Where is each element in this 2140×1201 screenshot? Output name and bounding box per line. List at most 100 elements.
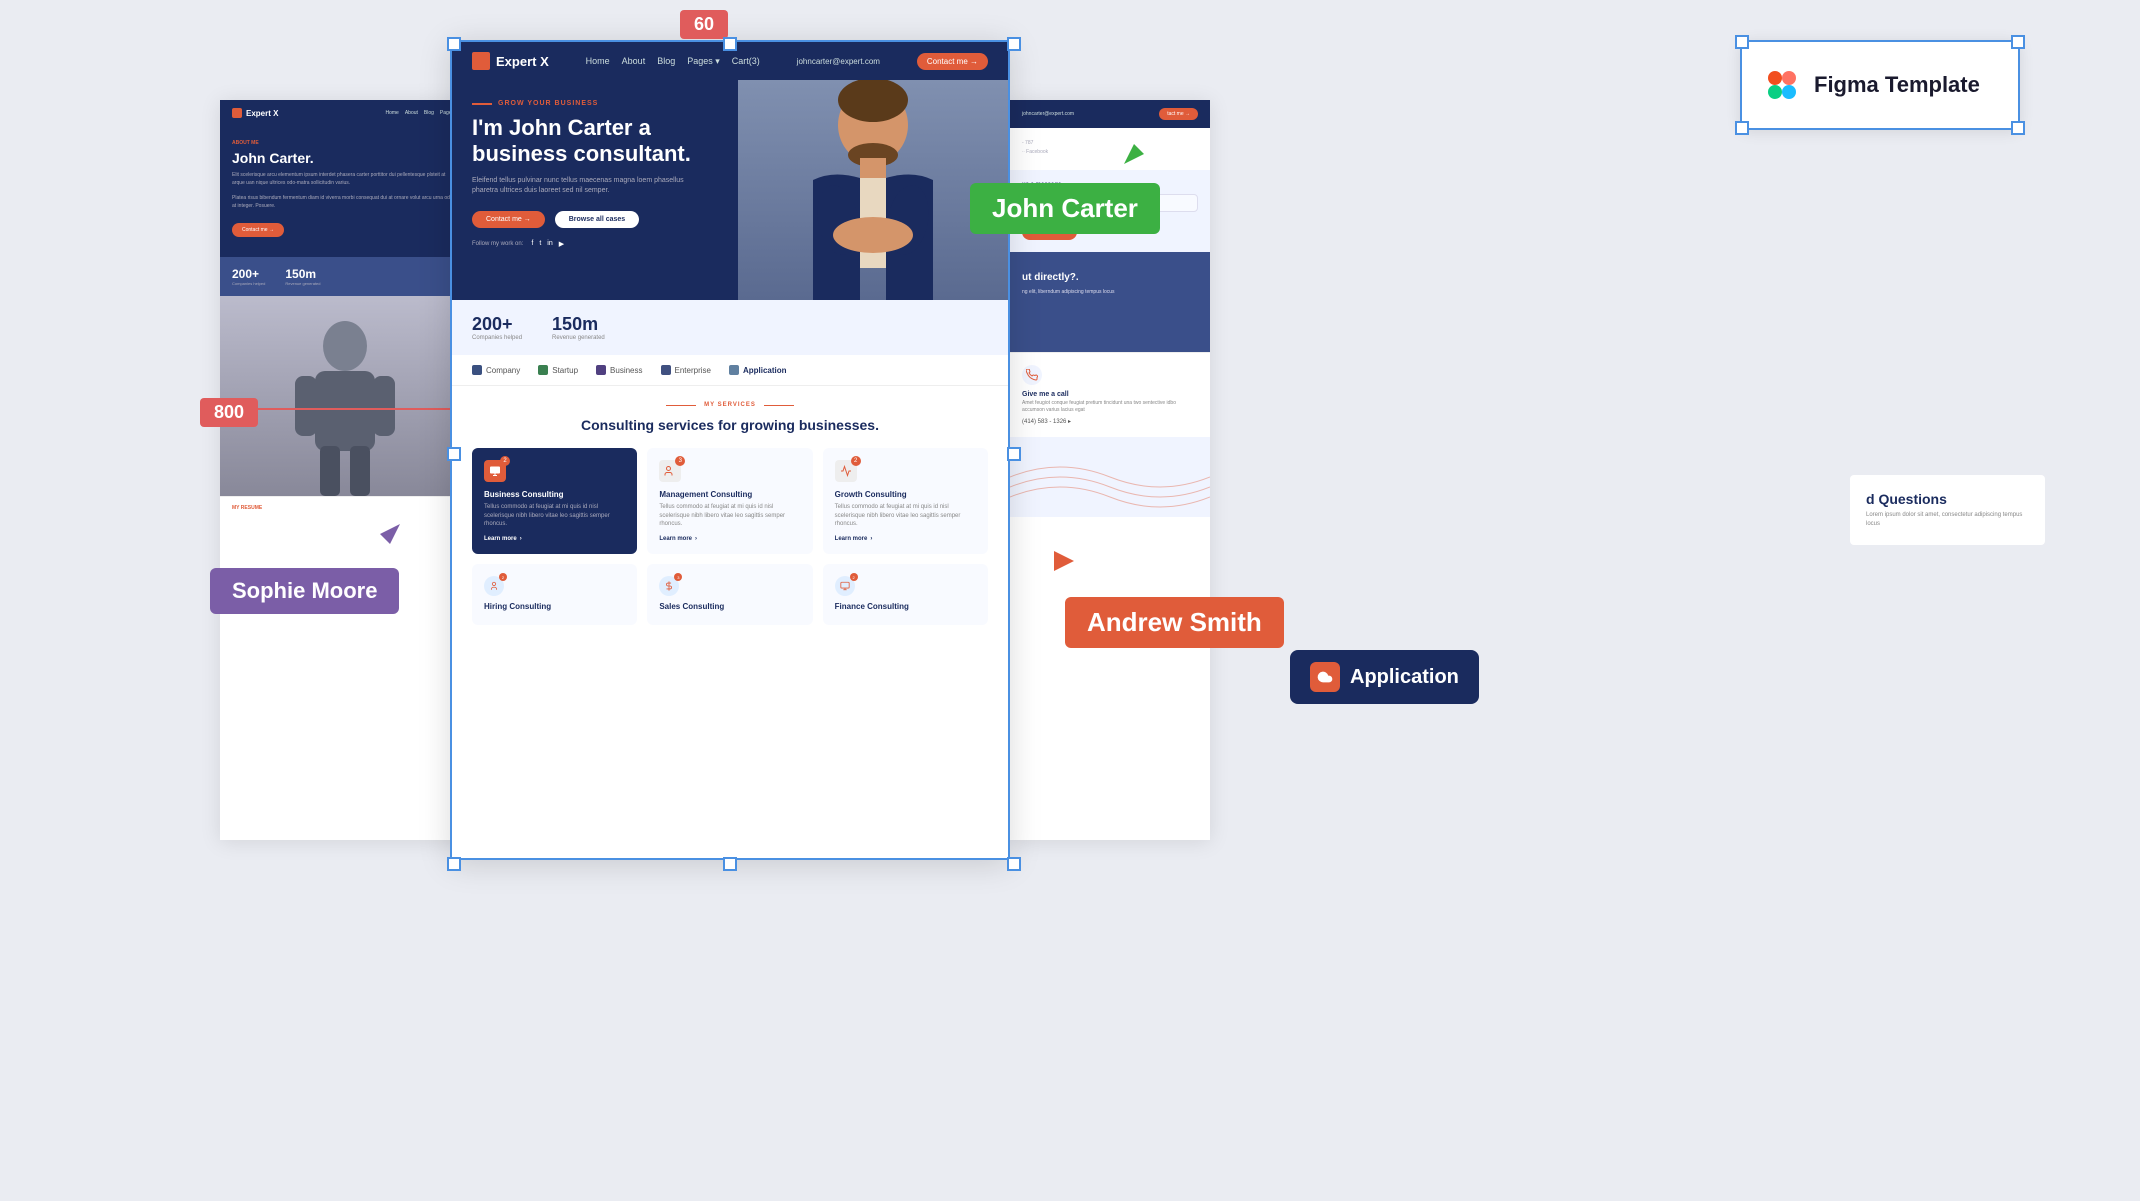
card-link-growth[interactable]: Learn more › [835, 536, 976, 542]
main-nav-cta[interactable]: Contact me → [917, 53, 988, 70]
tab-label-application: Application [743, 366, 787, 375]
main-hero-desc: Eleifend tellus pulvinar nunc tellus mae… [472, 176, 692, 197]
main-contact-btn[interactable]: Contact me → [472, 211, 545, 228]
follow-text: Follow my work on: [472, 241, 523, 247]
tab-icon-application [729, 365, 739, 375]
figma-title: Figma Template [1814, 72, 1980, 98]
faq-section: d Questions Lorem ipsum dolor sit amet, … [1850, 475, 2045, 545]
right-phone-num: (414) 583 - 1326 ▸ [1022, 418, 1198, 425]
handle-main-tl [447, 37, 461, 51]
handle-main-tm [723, 37, 737, 51]
nav-link-pages[interactable]: Pages ▾ [687, 56, 720, 67]
handle-main-bl [447, 857, 461, 871]
handle-main-rm [1007, 447, 1021, 461]
tab-label-business: Business [610, 366, 642, 375]
tab-application[interactable]: Application [729, 365, 787, 375]
main-hero: GROW YOUR BUSINESS I'm John Carter a bus… [452, 80, 1008, 300]
handle-main-lm [447, 447, 461, 461]
stat-label-companies: Companies helped [472, 335, 522, 341]
card-link-text-growth: Learn more [835, 536, 868, 542]
nav-link-cart[interactable]: Cart(3) [732, 56, 760, 67]
left-contact-btn[interactable]: Contact me → [232, 223, 284, 237]
left-about-title: John Carter. [232, 150, 458, 166]
tab-business[interactable]: Business [596, 365, 642, 375]
sophie-moore-badge: Sophie Moore [210, 568, 399, 614]
application-label-text: Application [1350, 666, 1459, 689]
main-services: MY SERVICES Consulting services for grow… [452, 386, 1008, 641]
left-image-section [220, 296, 470, 496]
yt-icon[interactable]: ▶ [559, 240, 564, 248]
finance-icon [840, 581, 850, 591]
main-logo: Expert X [472, 52, 549, 70]
services-tag: MY SERVICES [472, 402, 988, 408]
left-person-silhouette [295, 316, 395, 496]
nav-link-blog[interactable]: Blog [657, 56, 675, 67]
john-carter-badge: John Carter [970, 183, 1160, 234]
main-mockup: Expert X Home About Blog Pages ▾ Cart(3)… [450, 40, 1010, 860]
faq-desc: Lorem ipsum dolor sit amet, consectetur … [1866, 511, 2029, 529]
card-badge-business: 2 [500, 456, 510, 466]
card-desc-management: Tellus commodo at feugiat at mi quis id … [659, 503, 800, 528]
right-nav-email: johncarter@expert.com [1022, 111, 1074, 117]
figma-icon [1762, 65, 1802, 105]
left-about-section: ABOUT ME John Carter. Elit scelerisque a… [220, 126, 470, 257]
tw-icon[interactable]: t [539, 240, 541, 248]
stat-label-revenue: Revenue generated [552, 335, 605, 341]
main-browse-btn[interactable]: Browse all cases [555, 211, 639, 228]
cursor-purple-arrow [376, 520, 404, 548]
card-hiring-title: Hiring Consulting [484, 602, 625, 611]
fb-icon[interactable]: f [531, 240, 533, 248]
left-logo-icon [232, 108, 242, 118]
left-about-desc1: Elit scelerisque arcu elementum ipsum in… [232, 172, 458, 187]
card-business: 2 Business Consulting Tellus commodo at … [472, 448, 637, 554]
handle-bl [1735, 121, 1749, 135]
right-cta-mini: tact me → [1159, 108, 1198, 120]
tab-icon-enterprise [661, 365, 671, 375]
card-link-arrow-business: › [520, 536, 522, 542]
badge-60: 60 [680, 10, 728, 39]
andrew-smith-badge: Andrew Smith [1065, 597, 1284, 648]
app-icon-box [1310, 662, 1340, 692]
application-floating-badge: Application [1290, 650, 1479, 704]
nav-link-about[interactable]: About [622, 56, 646, 67]
left-stat-2: 150m Revenue generated [285, 267, 320, 286]
card-link-management[interactable]: Learn more › [659, 536, 800, 542]
left-logo-text: Expert X [246, 109, 278, 118]
card-hiring-icon: 2 [484, 576, 504, 596]
li-icon[interactable]: in [547, 240, 552, 248]
handle-tl [1735, 35, 1749, 49]
handle-main-bm [723, 857, 737, 871]
card-finance-title: Finance Consulting [835, 602, 976, 611]
tab-startup[interactable]: Startup [538, 365, 578, 375]
sales-icon [664, 581, 674, 591]
left-stats-bar: 200+ Companies helped 150m Revenue gener… [220, 257, 470, 296]
main-logo-text: Expert X [496, 54, 549, 69]
card-link-business[interactable]: Learn more › [484, 536, 625, 542]
tab-company[interactable]: Company [472, 365, 520, 375]
nav-link-home[interactable]: Home [586, 56, 610, 67]
card-desc-growth: Tellus commodo at feugiat at mi quis id … [835, 503, 976, 528]
bottom-service-cards: 2 Hiring Consulting 3 Sales Consulting [472, 564, 988, 625]
card-link-text-business: Learn more [484, 536, 517, 542]
left-stat-1: 200+ Companies helped [232, 267, 265, 286]
left-resume-section: MY RESUME [220, 496, 470, 519]
social-icons-group: f t in ▶ [531, 240, 564, 248]
card-hiring-header: 2 [484, 576, 625, 596]
right-deco-section [1010, 437, 1210, 517]
left-logo: Expert X [232, 108, 278, 118]
card-sales-icon: 3 [659, 576, 679, 596]
hero-photo-box [738, 80, 1008, 300]
main-tab-nav: Company Startup Business Enterprise Appl… [452, 355, 1008, 386]
card-title-business: Business Consulting [484, 490, 625, 499]
card-badge-management: 3 [675, 456, 685, 466]
right-phone-title: Give me a call [1022, 391, 1198, 398]
tab-enterprise[interactable]: Enterprise [661, 365, 711, 375]
main-nav-links: Home About Blog Pages ▾ Cart(3) [586, 56, 760, 67]
left-nav-link-about: About [405, 110, 418, 116]
card-icon-business: 2 [484, 460, 506, 482]
card-growth: 2 Growth Consulting Tellus commodo at fe… [823, 448, 988, 554]
card-link-arrow-growth: › [870, 536, 872, 542]
chart-icon [840, 465, 852, 477]
card-title-growth: Growth Consulting [835, 490, 976, 499]
card-sales-title: Sales Consulting [659, 602, 800, 611]
